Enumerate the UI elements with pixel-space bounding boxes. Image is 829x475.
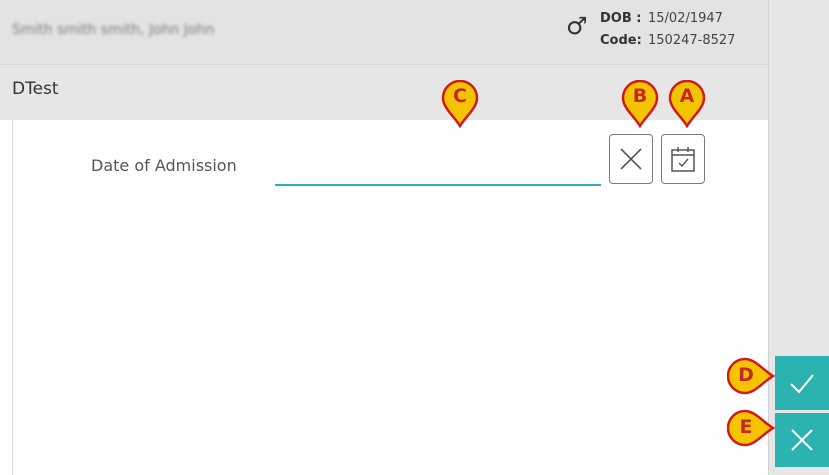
date-of-admission-input[interactable] (275, 150, 601, 186)
dob-value: 15/02/1947 (648, 11, 723, 26)
callout-marker-a: A (667, 80, 707, 128)
cancel-button[interactable] (775, 413, 829, 467)
marker-letter: C (453, 85, 467, 107)
callout-marker-b: B (620, 80, 660, 128)
patient-name: Smith smith smith, John John (12, 22, 215, 38)
marker-letter: D (738, 364, 754, 386)
patient-header: Smith smith smith, John John ♂ DOB : 15/0… (0, 0, 768, 64)
callout-marker-c: C (440, 80, 480, 128)
code-label: Code: (600, 33, 642, 48)
patient-identifiers: DOB : 15/02/1947 Code: 150247-8527 (600, 8, 735, 52)
close-icon (791, 429, 813, 451)
dob-label: DOB : (600, 11, 642, 26)
callout-marker-e: E (727, 408, 775, 448)
marker-letter: B (632, 85, 648, 107)
open-calendar-button[interactable] (661, 134, 705, 184)
divider (768, 0, 769, 475)
form-content: Date of Admission (12, 120, 767, 475)
calendar-check-icon (671, 147, 695, 172)
confirm-button[interactable] (775, 356, 829, 410)
callout-marker-d: D (727, 356, 775, 396)
male-gender-icon: ♂ (566, 12, 588, 40)
date-of-admission-label: Date of Admission (91, 156, 237, 175)
code-value: 150247-8527 (648, 33, 736, 48)
marker-letter: A (679, 85, 695, 107)
form-title: DTest (12, 79, 59, 99)
close-icon (620, 148, 642, 170)
clear-date-button[interactable] (609, 134, 653, 184)
marker-letter: E (739, 416, 753, 438)
checkmark-icon (790, 374, 814, 394)
